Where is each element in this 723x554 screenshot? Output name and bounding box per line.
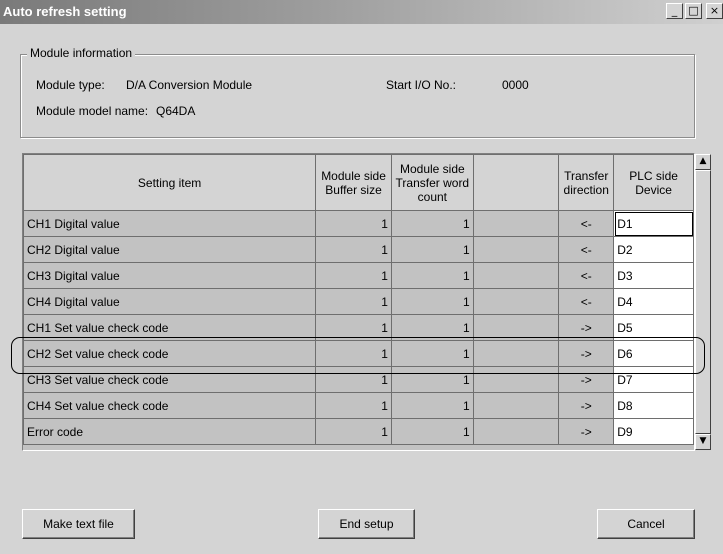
buffer-size-cell: 1	[315, 262, 392, 289]
start-io-label: Start I/O No.:	[386, 78, 457, 92]
end-setup-button[interactable]: End setup	[318, 509, 415, 539]
scroll-up-icon[interactable]: ▲	[695, 154, 711, 170]
vertical-scrollbar[interactable]: ▲ ▼	[695, 154, 711, 450]
header-transfer-direction: Transfer direction	[558, 154, 615, 211]
transfer-count-cell: 1	[390, 210, 474, 237]
module-type-value: D/A Conversion Module	[126, 78, 253, 92]
blank-cell	[472, 392, 560, 419]
transfer-direction-cell: <-	[558, 288, 615, 315]
table-header-row: Setting item Module side Buffer size Mod…	[22, 154, 694, 211]
setting-item-cell: Error code	[22, 418, 317, 445]
transfer-direction-cell: ->	[558, 392, 615, 419]
maximize-button[interactable]: □	[685, 3, 702, 19]
plc-device-cell[interactable]: D9	[613, 418, 694, 445]
module-model-label: Module model name:	[36, 104, 149, 118]
blank-cell	[472, 236, 560, 263]
buffer-size-cell: 1	[315, 236, 392, 263]
transfer-direction-cell: <-	[558, 236, 615, 263]
blank-cell	[472, 418, 560, 445]
header-setting-item: Setting item	[22, 154, 317, 211]
module-type-label: Module type:	[36, 78, 105, 92]
blank-cell	[472, 210, 560, 237]
plc-device-cell[interactable]: D8	[613, 392, 694, 419]
module-information-group	[20, 54, 695, 138]
start-io-value: 0000	[502, 78, 529, 92]
setting-item-cell: CH2 Digital value	[22, 236, 317, 263]
header-transfer-word-count: Module side Transfer word count	[390, 154, 474, 211]
transfer-direction-cell: <-	[558, 210, 615, 237]
row-highlight-annotation	[11, 337, 705, 374]
blank-cell	[472, 288, 560, 315]
transfer-direction-cell: ->	[558, 418, 615, 445]
module-information-legend: Module information	[27, 46, 136, 60]
header-buffer-size: Module side Buffer size	[315, 154, 392, 211]
header-blank	[472, 154, 560, 211]
plc-device-cell[interactable]: D3	[613, 262, 694, 289]
auto-refresh-window: Auto refresh setting _ □ × Module inform…	[0, 0, 723, 554]
setting-item-cell: CH4 Set value check code	[22, 392, 317, 419]
plc-device-cell[interactable]: D4	[613, 288, 694, 315]
blank-cell	[472, 262, 560, 289]
window-controls: _ □ ×	[666, 3, 723, 19]
transfer-count-cell: 1	[390, 418, 474, 445]
table-row[interactable]: CH3 Digital value 1 1 <- D3	[22, 262, 694, 289]
table-row[interactable]: Error code 1 1 -> D9	[22, 418, 694, 445]
minimize-button[interactable]: _	[666, 3, 683, 19]
transfer-direction-cell: <-	[558, 262, 615, 289]
settings-table: Setting item Module side Buffer size Mod…	[22, 154, 694, 445]
setting-item-cell: CH1 Digital value	[22, 210, 317, 237]
table-row[interactable]: CH1 Digital value 1 1 <- D1	[22, 210, 694, 237]
buffer-size-cell: 1	[315, 210, 392, 237]
cancel-button[interactable]: Cancel	[597, 509, 695, 539]
table-row[interactable]: CH4 Digital value 1 1 <- D4	[22, 288, 694, 315]
scroll-down-icon[interactable]: ▼	[695, 434, 711, 450]
buffer-size-cell: 1	[315, 418, 392, 445]
table-row[interactable]: CH2 Digital value 1 1 <- D2	[22, 236, 694, 263]
buffer-size-cell: 1	[315, 392, 392, 419]
window-title: Auto refresh setting	[3, 4, 127, 19]
scroll-thumb[interactable]	[695, 170, 711, 434]
make-text-file-button[interactable]: Make text file	[22, 509, 135, 539]
plc-device-cell[interactable]: D1	[613, 210, 694, 237]
plc-device-cell[interactable]: D2	[613, 236, 694, 263]
transfer-count-cell: 1	[390, 288, 474, 315]
module-model-value: Q64DA	[156, 104, 196, 118]
refresh-settings-grid: Setting item Module side Buffer size Mod…	[22, 153, 711, 451]
setting-item-cell: CH4 Digital value	[22, 288, 317, 315]
close-button[interactable]: ×	[706, 3, 723, 19]
transfer-count-cell: 1	[390, 392, 474, 419]
title-bar[interactable]: Auto refresh setting _ □ ×	[0, 0, 723, 24]
transfer-count-cell: 1	[390, 262, 474, 289]
header-plc-device: PLC side Device	[613, 154, 694, 211]
buffer-size-cell: 1	[315, 288, 392, 315]
transfer-count-cell: 1	[390, 236, 474, 263]
setting-item-cell: CH3 Digital value	[22, 262, 317, 289]
table-row[interactable]: CH4 Set value check code 1 1 -> D8	[22, 392, 694, 419]
